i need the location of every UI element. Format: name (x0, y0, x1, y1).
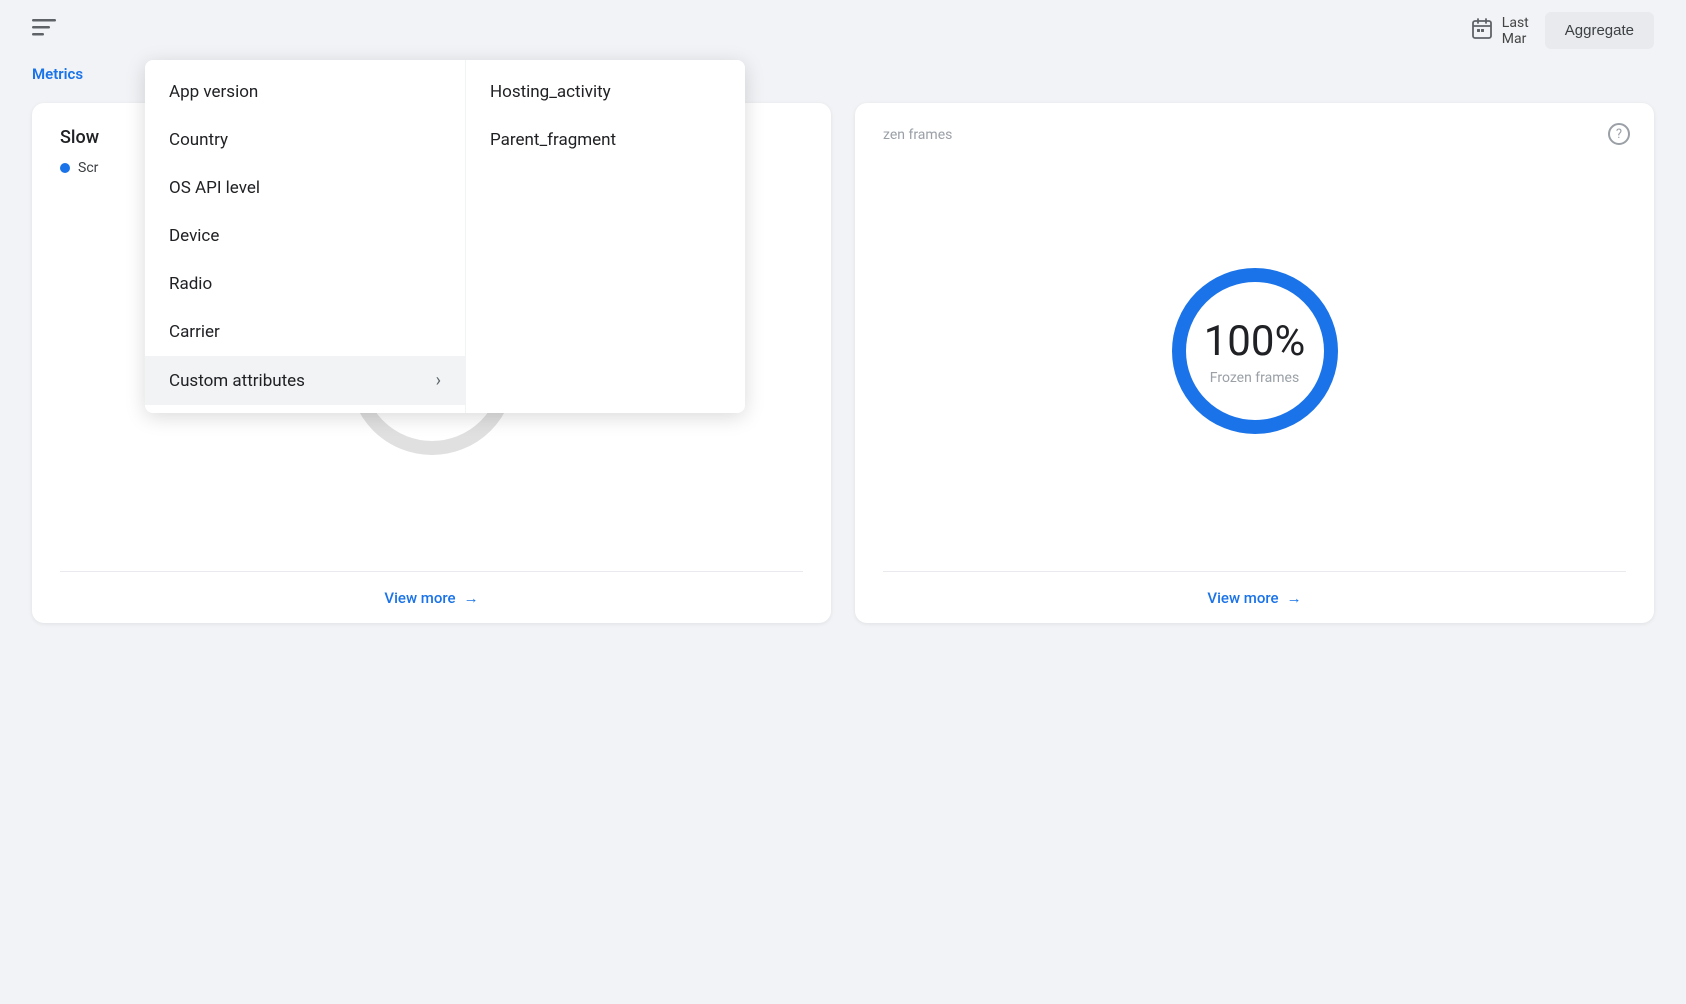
menu-item-device[interactable]: Device (145, 212, 465, 260)
menu-item-label-parent-fragment: Parent_fragment (490, 130, 616, 150)
menu-item-label-app-version: App version (169, 82, 258, 102)
card-footer-slow: View more → (60, 571, 803, 623)
menu-item-label-country: Country (169, 130, 228, 150)
frozen-percent: 100% (1204, 317, 1306, 366)
top-bar: Last Mar Aggregate (0, 0, 1686, 61)
date-section: Last Mar (1470, 15, 1529, 47)
aggregate-button[interactable]: Aggregate (1545, 12, 1654, 49)
metrics-label: Metrics (32, 65, 83, 83)
date-month: Mar (1502, 31, 1529, 47)
menu-item-label-custom-attributes: Custom attributes (169, 371, 305, 391)
dropdown-menu: App version Country OS API level Device … (145, 60, 745, 413)
dropdown-left-panel: App version Country OS API level Device … (145, 60, 465, 413)
calendar-icon (1470, 17, 1494, 45)
frozen-frames-card: ? zen frames 100% Frozen frames View mor… (855, 103, 1654, 623)
menu-item-country[interactable]: Country (145, 116, 465, 164)
menu-item-app-version[interactable]: App version (145, 68, 465, 116)
chevron-right-icon: › (436, 370, 441, 391)
date-last: Last (1502, 15, 1529, 31)
menu-item-label-os-api-level: OS API level (169, 178, 260, 198)
filter-icon[interactable] (32, 18, 56, 43)
arrow-icon-frozen: → (1287, 589, 1302, 607)
menu-item-carrier[interactable]: Carrier (145, 308, 465, 356)
menu-item-custom-attributes[interactable]: Custom attributes › (145, 356, 465, 405)
menu-item-label-radio: Radio (169, 274, 212, 294)
menu-item-label-carrier: Carrier (169, 322, 220, 342)
frozen-sublabel: Frozen frames (1204, 370, 1306, 386)
info-icon-frozen[interactable]: ? (1608, 123, 1630, 145)
view-more-frozen[interactable]: View more → (1207, 589, 1301, 607)
menu-item-radio[interactable]: Radio (145, 260, 465, 308)
menu-item-parent-fragment[interactable]: Parent_fragment (466, 116, 745, 164)
frozen-label-text: zen frames (883, 127, 1626, 143)
date-display: Last Mar (1502, 15, 1529, 47)
page-container: Last Mar Aggregate Metrics Slow Scr (0, 0, 1686, 1004)
donut-wrap-frozen: 100% Frozen frames (883, 151, 1626, 571)
menu-item-os-api-level[interactable]: OS API level (145, 164, 465, 212)
top-right-area: Last Mar Aggregate (1470, 12, 1654, 49)
menu-item-label-device: Device (169, 226, 219, 246)
menu-item-hosting-activity[interactable]: Hosting_activity (466, 68, 745, 116)
menu-item-label-hosting-activity: Hosting_activity (490, 82, 611, 102)
card-footer-frozen: View more → (883, 571, 1626, 623)
subtitle-text-slow: Scr (78, 160, 98, 176)
view-more-slow[interactable]: View more → (384, 589, 478, 607)
dropdown-right-panel: Hosting_activity Parent_fragment (465, 60, 745, 413)
arrow-icon-slow: → (464, 589, 479, 607)
donut-label-frozen: 100% Frozen frames (1204, 317, 1306, 386)
dot-slow (60, 163, 70, 173)
filter-area (32, 18, 56, 43)
